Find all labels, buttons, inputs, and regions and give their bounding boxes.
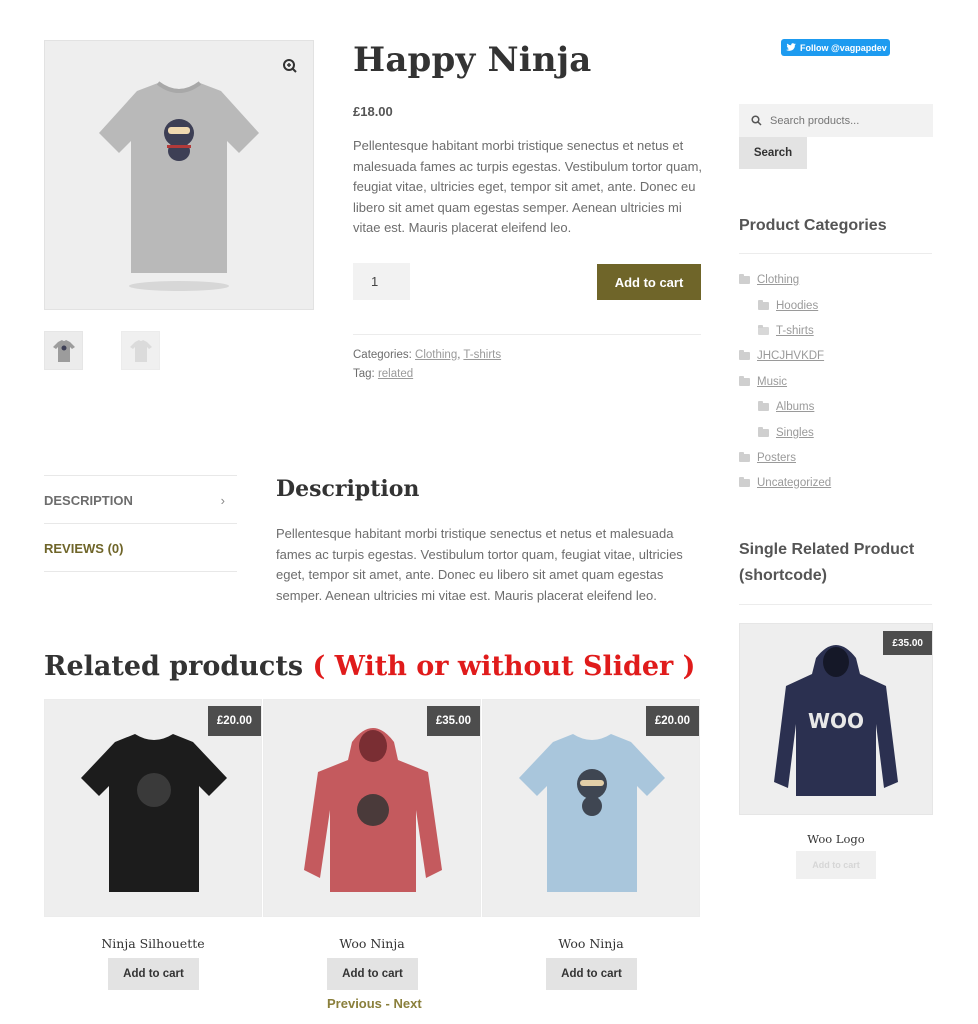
related-add-to-cart-button[interactable]: Add to cart	[108, 958, 199, 990]
category-link[interactable]: Music	[757, 376, 787, 388]
divider	[353, 334, 701, 335]
category-link[interactable]: Singles	[776, 427, 814, 439]
tshirt-image	[99, 81, 259, 291]
product-tags: Tag: related	[353, 368, 413, 380]
search-box	[739, 104, 933, 137]
category-item[interactable]: Hoodies	[758, 300, 818, 312]
category-item[interactable]: Clothing	[739, 274, 799, 286]
single-product-heading: Single Related Product (shortcode)	[739, 541, 915, 584]
tab-label: DESCRIPTION	[44, 492, 133, 508]
folder-icon	[739, 350, 750, 360]
folder-icon	[758, 427, 769, 437]
category-link[interactable]: Albums	[776, 401, 814, 413]
product-short-description: Pellentesque habitant morbi tristique se…	[353, 138, 703, 236]
chevron-right-icon: ›	[220, 492, 225, 508]
search-button[interactable]: Search	[739, 137, 807, 169]
pager-previous[interactable]: Previous	[327, 996, 382, 1011]
pager-next[interactable]: Next	[393, 996, 421, 1011]
description-body: Pellentesque habitant morbi tristique se…	[276, 526, 683, 603]
related-product-name[interactable]: Woo Ninja	[263, 936, 481, 951]
twitter-follow-button[interactable]: Follow @vagpapdev	[781, 39, 890, 56]
related-product-name[interactable]: Woo Ninja	[482, 936, 700, 951]
related-heading-text: Related products	[44, 651, 304, 682]
related-add-to-cart-button[interactable]: Add to cart	[546, 958, 637, 990]
divider	[739, 604, 932, 605]
folder-open-icon	[758, 325, 769, 335]
follow-label: Follow @vagpapdev	[800, 42, 887, 53]
tab-description[interactable]: DESCRIPTION ›	[44, 476, 237, 524]
single-product-name[interactable]: Woo Logo	[739, 832, 933, 846]
product-categories: Categories: Clothing, T-shirts	[353, 349, 502, 361]
category-link[interactable]: Uncategorized	[757, 477, 831, 489]
related-heading-note: ( With or without Slider )	[312, 651, 696, 682]
description-heading: Description	[276, 476, 420, 502]
category-item[interactable]: T-shirts	[758, 325, 814, 337]
search-icon	[751, 115, 762, 126]
tag-link[interactable]: related	[378, 368, 413, 380]
product-title: Happy Ninja	[353, 40, 592, 80]
categories-heading: Product Categories	[739, 217, 887, 234]
zoom-icon[interactable]	[281, 57, 299, 75]
pager-separator: -	[381, 996, 394, 1011]
product-thumbnail[interactable]	[44, 331, 83, 370]
related-products-heading: Related products ( With or without Slide…	[44, 651, 695, 682]
woo-logo-text: WOO	[808, 709, 864, 733]
folder-icon	[739, 452, 750, 462]
category-item[interactable]: Uncategorized	[739, 477, 831, 489]
price-badge: £35.00	[426, 706, 480, 736]
categories-label: Categories:	[353, 349, 412, 361]
related-product-image[interactable]: £20.00	[482, 699, 700, 917]
divider	[739, 253, 932, 254]
folder-icon	[739, 274, 750, 284]
tab-reviews[interactable]: REVIEWS (0)	[44, 524, 237, 572]
single-add-to-cart-button[interactable]: Add to cart	[796, 851, 876, 879]
category-item[interactable]: JHCJHVKDF	[739, 350, 824, 362]
category-link[interactable]: T-shirts	[463, 349, 501, 361]
tab-label: REVIEWS (0)	[44, 540, 124, 556]
related-product-name[interactable]: Ninja Silhouette	[44, 936, 262, 951]
product-main-image[interactable]	[44, 40, 314, 310]
add-to-cart-button[interactable]: Add to cart	[597, 264, 701, 300]
search-input[interactable]	[770, 114, 930, 127]
slider-pager: Previous - Next	[327, 996, 422, 1011]
single-product-image[interactable]: WOO £35.00	[739, 623, 933, 815]
category-item[interactable]: Albums	[758, 401, 814, 413]
folder-icon	[739, 376, 750, 386]
category-link[interactable]: Clothing	[415, 349, 457, 361]
quantity-input[interactable]	[353, 263, 410, 300]
tag-label: Tag:	[353, 368, 375, 380]
price-badge: £20.00	[645, 706, 699, 736]
product-thumbnail[interactable]	[121, 331, 160, 370]
folder-icon	[758, 401, 769, 411]
price-badge: £20.00	[207, 706, 261, 736]
category-item[interactable]: Music	[739, 376, 787, 388]
category-link[interactable]: JHCJHVKDF	[757, 350, 824, 362]
related-product-image[interactable]: £20.00	[44, 699, 262, 917]
category-item[interactable]: Posters	[739, 452, 796, 464]
category-item[interactable]: Singles	[758, 427, 814, 439]
divider	[44, 571, 237, 572]
related-product-image[interactable]: £35.00	[263, 699, 481, 917]
price-badge: £35.00	[883, 631, 932, 655]
product-price: £18.00	[353, 104, 393, 119]
folder-icon	[739, 477, 750, 487]
category-link[interactable]: T-shirts	[776, 325, 814, 337]
category-link[interactable]: Posters	[757, 452, 796, 464]
related-add-to-cart-button[interactable]: Add to cart	[327, 958, 418, 990]
category-link[interactable]: Hoodies	[776, 300, 818, 312]
twitter-bird-icon	[786, 43, 796, 51]
folder-icon	[758, 300, 769, 310]
category-link[interactable]: Clothing	[757, 274, 799, 286]
